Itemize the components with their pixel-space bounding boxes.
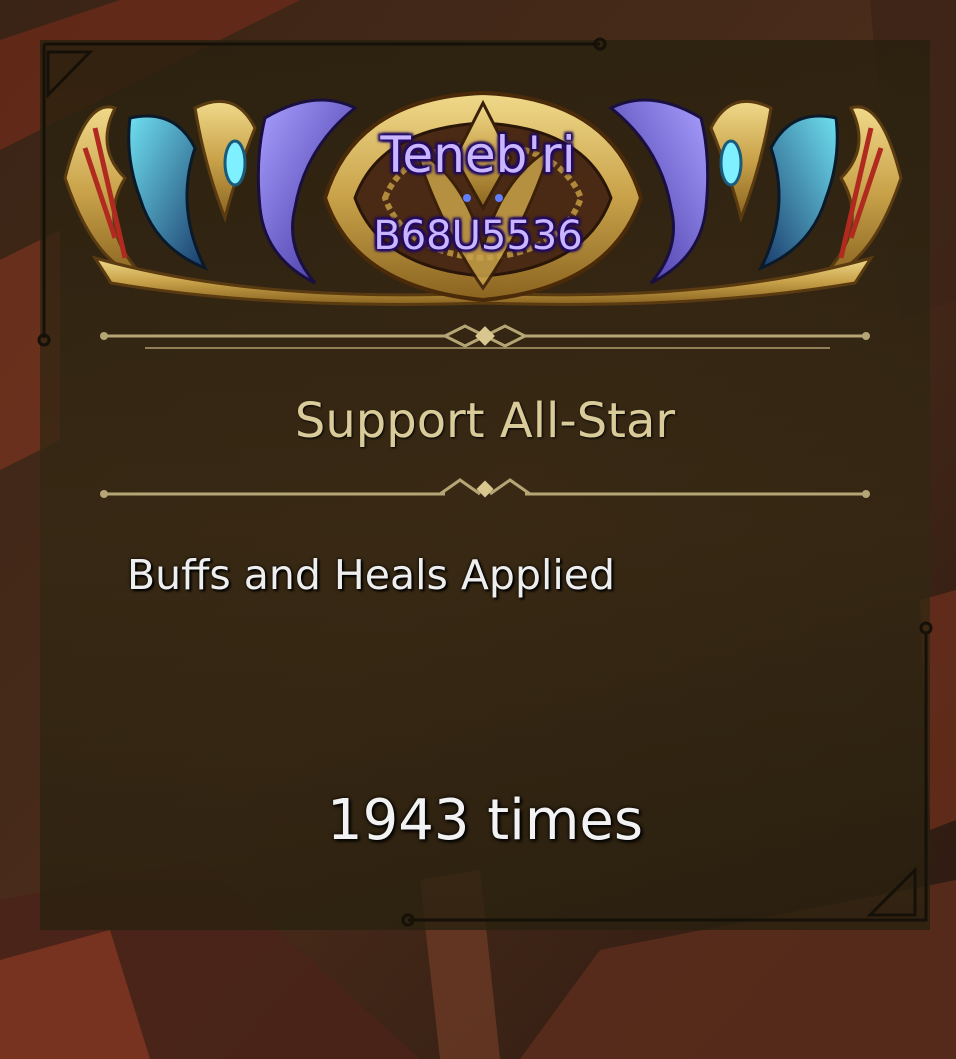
- stat-value: 1943 times: [326, 788, 643, 853]
- stat-label: Buffs and Heals Applied: [127, 551, 616, 599]
- player-name: Teneb'ri: [380, 126, 576, 184]
- guild-card-emblem: [63, 90, 903, 306]
- player-id: B68U5536: [373, 213, 583, 259]
- award-title: Support All-Star: [294, 393, 676, 449]
